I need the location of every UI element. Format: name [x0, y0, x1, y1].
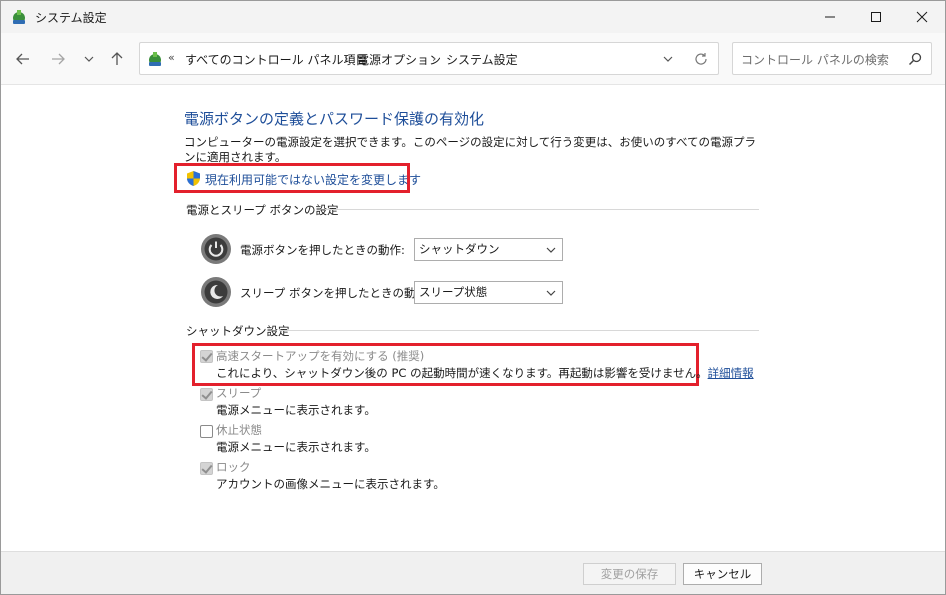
lock-description: アカウントの画像メニューに表示されます。	[216, 477, 445, 491]
section-divider	[279, 330, 759, 331]
sleep-button-icon	[201, 277, 231, 307]
recent-locations-button[interactable]	[79, 49, 99, 69]
sleep-button-label: スリープ ボタンを押したときの動作:	[240, 286, 431, 300]
search-input[interactable]: コントロール パネルの検索	[732, 42, 932, 75]
fast-startup-description-text: これにより、シャットダウン後の PC の起動時間が速くなります。再起動は影響を受…	[216, 366, 708, 380]
title-bar[interactable]: システム設定	[1, 1, 945, 33]
minimize-icon	[825, 16, 835, 18]
fast-startup-description: これにより、シャットダウン後の PC の起動時間が速くなります。再起動は影響を受…	[216, 365, 754, 381]
lock-label: ロック	[216, 460, 251, 474]
power-options-icon	[149, 52, 161, 66]
section-divider	[325, 209, 759, 210]
maximize-button[interactable]	[853, 1, 899, 33]
hibernate-label: 休止状態	[216, 423, 262, 437]
fast-startup-checkbox[interactable]	[200, 350, 213, 363]
fast-startup-label: 高速スタートアップを有効にする (推奨)	[216, 349, 425, 363]
power-button-action-value: シャットダウン	[419, 242, 500, 256]
search-icon[interactable]	[907, 51, 923, 67]
control-panel-window: システム設定 « すべてのコントロール パネル項目 › 電源オプション › シス…	[0, 0, 946, 595]
main-content: 電源ボタンの定義とパスワード保護の有効化 コンピューターの電源設定を選択できます…	[1, 86, 945, 551]
search-placeholder: コントロール パネルの検索	[741, 53, 889, 67]
refresh-icon[interactable]	[693, 51, 709, 67]
page-description: コンピューターの電源設定を選択できます。このページの設定に対して行う変更は、お使…	[184, 135, 757, 164]
learn-more-link[interactable]: 詳細情報	[708, 366, 754, 380]
maximize-icon	[871, 12, 881, 22]
sleep-label: スリープ	[216, 386, 262, 400]
change-unavailable-settings-link[interactable]: 現在利用可能ではない設定を変更します	[205, 171, 421, 188]
chevron-down-icon	[546, 290, 556, 296]
forward-button[interactable]	[48, 49, 68, 69]
breadcrumb-system-settings[interactable]: システム設定	[446, 51, 518, 68]
navigation-bar: « すべてのコントロール パネル項目 › 電源オプション › システム設定 コン…	[1, 33, 945, 85]
shutdown-section-title: シャットダウン設定	[186, 324, 290, 338]
close-button[interactable]	[899, 1, 945, 33]
back-button[interactable]	[13, 49, 33, 69]
sleep-button-action-select[interactable]: スリープ状態	[414, 281, 563, 304]
sleep-description: 電源メニューに表示されます。	[216, 403, 376, 417]
arrow-left-icon	[16, 53, 29, 65]
sleep-checkbox[interactable]	[200, 388, 213, 401]
breadcrumb-separator[interactable]: ›	[344, 52, 348, 65]
chevron-down-icon	[546, 247, 556, 253]
power-options-app-icon	[13, 10, 25, 24]
uac-shield-icon	[187, 171, 200, 186]
arrow-right-icon	[52, 53, 65, 65]
window-title: システム設定	[35, 11, 107, 25]
minimize-button[interactable]	[807, 1, 853, 33]
hibernate-checkbox[interactable]	[200, 425, 213, 438]
breadcrumb-all-items[interactable]: すべてのコントロール パネル項目	[185, 51, 368, 68]
cancel-button[interactable]: キャンセル	[683, 563, 762, 585]
arrow-up-icon	[111, 52, 123, 65]
up-button[interactable]	[107, 49, 127, 69]
breadcrumb-overflow[interactable]: «	[168, 51, 175, 64]
address-bar[interactable]: « すべてのコントロール パネル項目 › 電源オプション › システム設定	[139, 42, 719, 75]
page-title: 電源ボタンの定義とパスワード保護の有効化	[184, 110, 485, 128]
power-button-action-select[interactable]: シャットダウン	[414, 238, 563, 261]
hibernate-description: 電源メニューに表示されます。	[216, 440, 376, 454]
chevron-down-icon[interactable]	[660, 51, 676, 67]
breadcrumb-separator[interactable]: ›	[432, 52, 436, 65]
chevron-down-icon	[84, 56, 94, 62]
lock-checkbox[interactable]	[200, 462, 213, 475]
power-button-label: 電源ボタンを押したときの動作:	[240, 243, 405, 257]
breadcrumb-power-options[interactable]: 電源オプション	[357, 51, 441, 68]
save-changes-button[interactable]: 変更の保存	[583, 563, 676, 585]
action-bar: 変更の保存 キャンセル	[1, 551, 945, 594]
close-icon	[916, 11, 928, 23]
power-section-title: 電源とスリープ ボタンの設定	[186, 203, 339, 217]
power-button-icon	[201, 234, 231, 264]
sleep-button-action-value: スリープ状態	[419, 285, 488, 299]
